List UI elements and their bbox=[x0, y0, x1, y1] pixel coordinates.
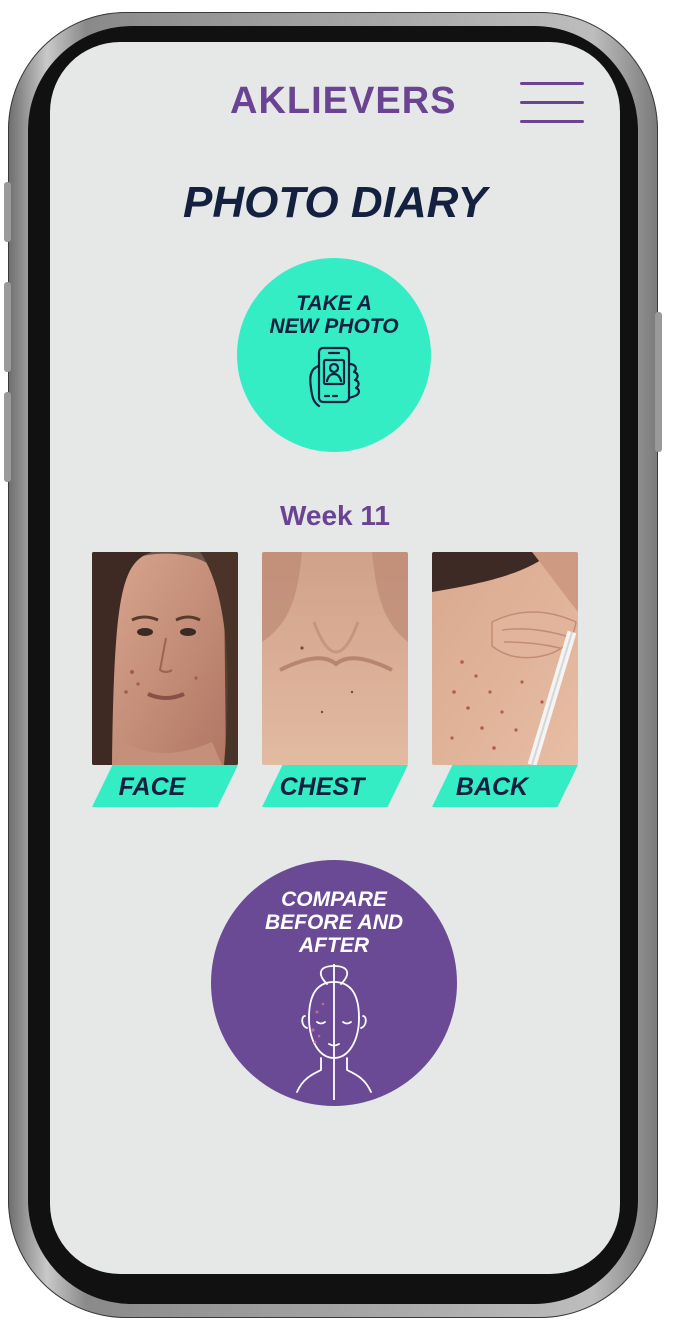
chest-label: CHEST bbox=[279, 773, 365, 801]
take-photo-line1: TAKE A bbox=[296, 292, 372, 315]
power-button bbox=[655, 312, 662, 452]
face-photo bbox=[92, 552, 238, 765]
compare-line1: COMPARE bbox=[281, 888, 387, 911]
take-photo-label: TAKE A NEW PHOTO bbox=[237, 292, 431, 338]
face-split-icon bbox=[296, 964, 372, 1100]
week-label: Week 11 bbox=[279, 500, 391, 531]
photo-card-chest[interactable]: CHEST bbox=[262, 552, 408, 807]
phone-selfie-icon bbox=[309, 346, 360, 408]
app-screen: AKLIEVERS PHOTO DIARY TAKE A NEW PHOTO W… bbox=[50, 42, 620, 1274]
take-photo-line2: NEW PHOTO bbox=[269, 315, 399, 338]
mute-switch bbox=[4, 182, 11, 242]
compare-label: COMPARE BEFORE AND AFTER bbox=[211, 888, 457, 957]
compare-line2: BEFORE AND bbox=[264, 911, 404, 934]
face-label: FACE bbox=[118, 773, 186, 801]
hamburger-icon[interactable] bbox=[520, 82, 584, 124]
compare-before-after-button[interactable]: COMPARE BEFORE AND AFTER bbox=[211, 860, 457, 1106]
photo-card-back[interactable]: BACK bbox=[432, 552, 578, 807]
back-photo bbox=[432, 552, 578, 765]
page-title: PHOTO DIARY bbox=[183, 178, 487, 227]
volume-up-button bbox=[4, 282, 11, 372]
compare-line3: AFTER bbox=[299, 934, 369, 957]
take-new-photo-button[interactable]: TAKE A NEW PHOTO bbox=[237, 258, 431, 452]
chest-photo bbox=[262, 552, 408, 765]
back-label: BACK bbox=[455, 773, 529, 801]
app-logo: AKLIEVERS bbox=[230, 80, 457, 122]
photo-card-face[interactable]: FACE bbox=[92, 552, 238, 807]
volume-down-button bbox=[4, 392, 11, 482]
